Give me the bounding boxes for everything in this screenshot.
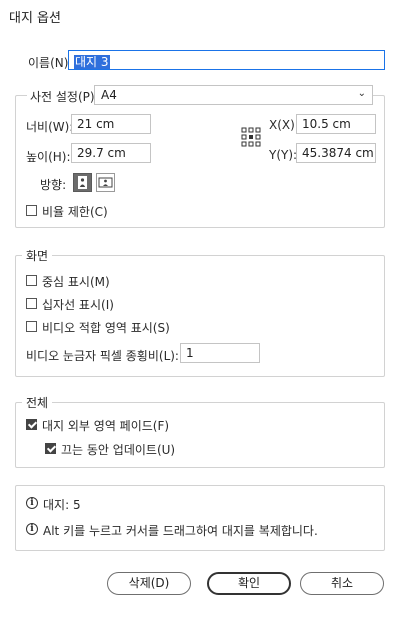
ok-button[interactable]: 확인	[207, 572, 291, 595]
portrait-icon	[78, 176, 87, 189]
width-input[interactable]: 21 cm	[71, 114, 151, 134]
chevron-down-icon: ⌄	[357, 88, 366, 99]
pixel-ratio-label: 비디오 눈금자 픽셀 종횡비(L):	[26, 349, 179, 363]
constrain-checkbox[interactable]	[26, 205, 37, 216]
name-label: 이름(N):	[28, 56, 73, 70]
height-label: 높이(H):	[26, 150, 71, 164]
y-input[interactable]: 45.3874 cm	[296, 143, 376, 163]
preset-select[interactable]: A4 ⌄	[94, 85, 373, 105]
name-input-value: 대지 3	[74, 55, 110, 69]
constrain-label: 비율 제한(C)	[42, 205, 108, 219]
preset-select-value: A4	[101, 88, 117, 102]
x-label: X(X):	[269, 118, 299, 132]
width-label: 너비(W):	[26, 120, 74, 134]
crosshair-label: 십자선 표시(I)	[42, 298, 114, 312]
video-safe-checkbox[interactable]	[26, 321, 37, 332]
cancel-button[interactable]: 취소	[300, 572, 384, 595]
artboard-count: 대지: 5	[43, 498, 81, 512]
name-input[interactable]: 대지 3	[68, 50, 385, 70]
center-label: 중심 표시(M)	[42, 275, 110, 289]
y-label: Y(Y):	[269, 148, 298, 162]
global-section	[15, 402, 385, 468]
landscape-icon	[98, 177, 113, 188]
preset-label: 사전 설정(P):	[27, 88, 102, 105]
fade-checkbox[interactable]	[26, 419, 37, 430]
pixel-ratio-input[interactable]: 1	[180, 343, 260, 363]
dialog-title: 대지 옵션	[9, 11, 61, 26]
delete-button[interactable]: 삭제(D)	[107, 572, 191, 595]
orientation-label: 방향:	[40, 178, 67, 192]
global-legend: 전체	[22, 394, 53, 411]
landscape-button[interactable]	[96, 173, 115, 192]
center-checkbox[interactable]	[26, 275, 37, 286]
portrait-button[interactable]	[73, 173, 92, 192]
info-icon: i	[26, 523, 38, 535]
video-safe-label: 비디오 적합 영역 표시(S)	[42, 321, 170, 335]
crosshair-checkbox[interactable]	[26, 298, 37, 309]
duplicate-tip: Alt 키를 누르고 커서를 드래그하여 대지를 복제합니다.	[43, 524, 318, 538]
reference-point-icon[interactable]	[241, 127, 261, 147]
display-legend: 화면	[22, 247, 53, 264]
update-label: 끄는 동안 업데이트(U)	[61, 443, 176, 457]
x-input[interactable]: 10.5 cm	[296, 114, 376, 134]
fade-label: 대지 외부 영역 페이드(F)	[42, 419, 170, 433]
info-section	[15, 485, 385, 551]
info-icon: i	[26, 497, 38, 509]
height-input[interactable]: 29.7 cm	[71, 143, 151, 163]
update-checkbox[interactable]	[45, 443, 56, 454]
